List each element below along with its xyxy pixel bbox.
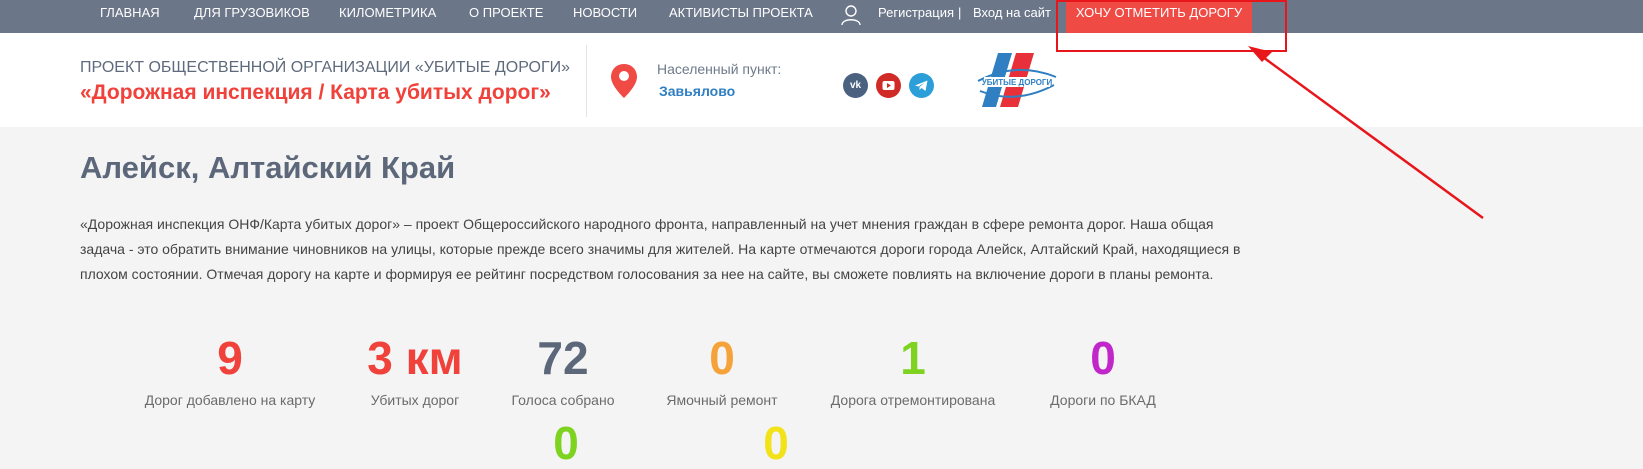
stat-extra-1-value: 0 xyxy=(553,417,579,469)
nav-item-trucks[interactable]: ДЛЯ ГРУЗОВИКОВ xyxy=(194,0,310,33)
stat-bkad-value: 0 xyxy=(1090,332,1116,384)
youtube-icon[interactable] xyxy=(876,73,901,98)
nav-item-kilometrics[interactable]: КИЛОМЕТРИКА xyxy=(339,0,436,33)
stat-bkad-label: Дороги по БКАД xyxy=(1050,392,1156,408)
nav-item-home[interactable]: ГЛАВНАЯ xyxy=(100,0,160,33)
stat-extra-2-value: 0 xyxy=(763,417,789,469)
stat-votes-value: 72 xyxy=(537,332,589,384)
stat-roads-added-label: Дорог добавлено на карту xyxy=(144,392,316,408)
page-description: «Дорожная инспекция ОНФ/Карта убитых дор… xyxy=(80,216,1241,282)
nav-item-activists[interactable]: АКТИВИСТЫ ПРОЕКТА xyxy=(669,0,813,33)
location-pin-icon xyxy=(611,64,637,98)
vk-icon[interactable]: vk xyxy=(843,73,868,98)
user-icon[interactable] xyxy=(840,4,862,26)
stat-broken-km-label: Убитых дорог xyxy=(370,392,460,408)
stat-pothole-repair-label: Ямочный ремонт xyxy=(666,392,778,408)
site-header: ПРОЕКТ ОБЩЕСТВЕННОЙ ОРГАНИЗАЦИИ «УБИТЫЕ … xyxy=(0,33,1643,127)
header-divider xyxy=(586,45,587,117)
nav-item-about[interactable]: О ПРОЕКТЕ xyxy=(469,0,543,33)
site-logo[interactable]: УБИТЫЕ ДОРОГИ xyxy=(976,51,1058,109)
stat-votes-label: Голоса собрано xyxy=(511,392,615,408)
stat-roads-added-value: 9 xyxy=(217,332,243,384)
stat-broken-km-value: 3 км xyxy=(367,332,463,384)
nav-separator: | xyxy=(958,5,962,20)
nav-item-news[interactable]: НОВОСТИ xyxy=(573,0,637,33)
project-title[interactable]: «Дорожная инспекция / Карта убитых дорог… xyxy=(80,81,551,105)
location-label: Населенный пункт: xyxy=(657,61,782,77)
stat-pothole-repair-value: 0 xyxy=(709,332,735,384)
telegram-icon[interactable] xyxy=(909,73,934,98)
register-link[interactable]: Регистрация xyxy=(878,0,954,33)
logo-text: УБИТЫЕ ДОРОГИ xyxy=(982,78,1053,87)
org-subtitle: ПРОЕКТ ОБЩЕСТВЕННОЙ ОРГАНИЗАЦИИ «УБИТЫЕ … xyxy=(80,59,571,76)
stat-repaired-label: Дорога отремонтирована xyxy=(830,392,996,408)
location-value[interactable]: Завьялово xyxy=(659,83,735,99)
annotation-highlight-box xyxy=(1056,0,1287,52)
login-link[interactable]: Вход на сайт xyxy=(973,0,1051,33)
stat-repaired-value: 1 xyxy=(900,332,926,384)
top-nav: ГЛАВНАЯ ДЛЯ ГРУЗОВИКОВ КИЛОМЕТРИКА О ПРО… xyxy=(0,0,1643,33)
page-title: Алейск, Алтайский Край xyxy=(80,150,456,185)
